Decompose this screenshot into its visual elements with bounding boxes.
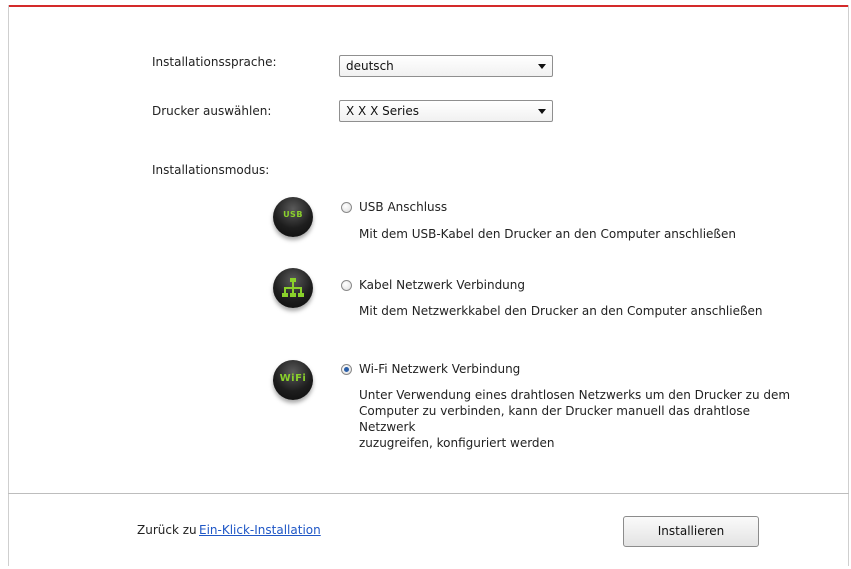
language-label: Installationssprache:	[152, 55, 277, 69]
printer-value: X X X Series	[346, 104, 420, 118]
wifi-icon: WiFi	[273, 360, 313, 400]
usb-icon-text: USB	[283, 210, 303, 219]
usb-icon: USB	[273, 197, 313, 237]
one-click-install-link[interactable]: Ein-Klick-Installation	[199, 523, 321, 537]
wifi-icon-text: WiFi	[279, 373, 307, 384]
option-desc-wifi-network: Unter Verwendung eines drahtlosen Netzwe…	[359, 387, 799, 451]
install-mode-label: Installationsmodus:	[152, 163, 270, 177]
radio-usb[interactable]	[341, 202, 352, 213]
radio-wifi-network[interactable]	[341, 364, 352, 375]
footer-divider	[8, 493, 849, 494]
option-title-wired-network[interactable]: Kabel Netzwerk Verbindung	[359, 278, 525, 292]
desc-line: Mit dem USB-Kabel den Drucker an den Com…	[359, 227, 736, 241]
radio-wired-network[interactable]	[341, 280, 352, 291]
install-button[interactable]: Installieren	[623, 516, 759, 547]
language-dropdown[interactable]: deutsch	[339, 55, 553, 77]
printer-dropdown[interactable]: X X X Series	[339, 100, 553, 122]
desc-line: Computer zu verbinden, kann der Drucker …	[359, 404, 750, 434]
back-label: Zurück zu	[137, 523, 197, 537]
chevron-down-icon	[538, 109, 546, 114]
desc-line: zuzugreifen, konfiguriert werden	[359, 436, 555, 450]
option-desc-usb: Mit dem USB-Kabel den Drucker an den Com…	[359, 226, 799, 242]
printer-label: Drucker auswählen:	[152, 104, 272, 118]
desc-line: Unter Verwendung eines drahtlosen Netzwe…	[359, 388, 791, 402]
option-desc-wired-network: Mit dem Netzwerkkabel den Drucker an den…	[359, 303, 799, 319]
option-title-wifi-network[interactable]: Wi-Fi Netzwerk Verbindung	[359, 362, 520, 376]
desc-line: Mit dem Netzwerkkabel den Drucker an den…	[359, 304, 763, 318]
network-icon	[273, 268, 313, 308]
language-value: deutsch	[346, 59, 394, 73]
chevron-down-icon	[538, 64, 546, 69]
option-title-usb[interactable]: USB Anschluss	[359, 200, 447, 214]
